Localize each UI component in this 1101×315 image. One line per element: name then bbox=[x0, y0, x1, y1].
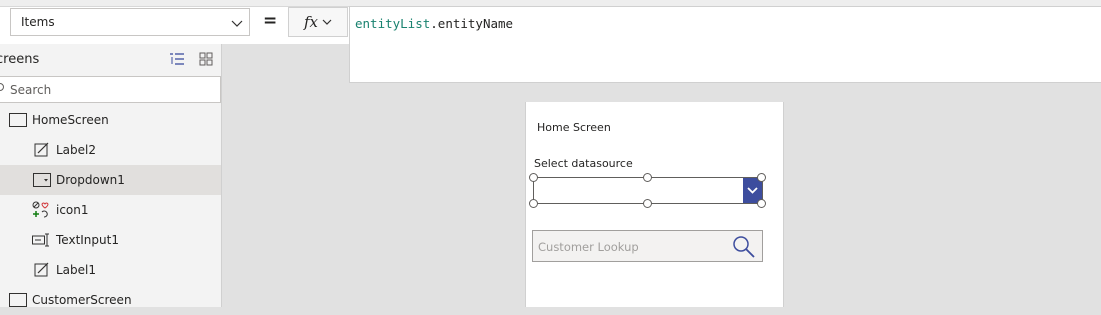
tree-node-label: icon1 bbox=[56, 203, 89, 217]
screen-icon bbox=[9, 293, 27, 307]
dropdown-icon bbox=[33, 173, 51, 187]
resize-handle[interactable] bbox=[757, 199, 766, 208]
fx-label: fx bbox=[303, 13, 318, 31]
lookup-placeholder: Customer Lookup bbox=[538, 240, 639, 254]
tree-node-dropdown1[interactable]: Dropdown1 bbox=[0, 165, 221, 195]
screen-title-label[interactable]: Home Screen bbox=[537, 121, 611, 134]
icon-control-icon bbox=[32, 201, 49, 218]
tree-view-panel: creens Search HomeScreen Label2 Dropdown… bbox=[0, 44, 222, 307]
resize-handle[interactable] bbox=[643, 199, 652, 208]
property-dropdown-value: Items bbox=[21, 15, 55, 29]
tree-title: creens bbox=[0, 52, 40, 67]
tree-node-label: TextInput1 bbox=[56, 233, 119, 247]
tree-node-icon1[interactable]: icon1 bbox=[0, 195, 221, 225]
label-icon bbox=[34, 142, 49, 157]
tree-node-label: Dropdown1 bbox=[56, 173, 125, 187]
equals-sign: = bbox=[263, 11, 278, 31]
formula-function: entityList bbox=[355, 16, 431, 31]
tree-search-input[interactable]: Search bbox=[0, 76, 221, 103]
datasource-label[interactable]: Select datasource bbox=[534, 157, 633, 170]
property-dropdown[interactable]: Items bbox=[10, 8, 250, 36]
chevron-down-icon bbox=[322, 19, 332, 25]
chevron-down-icon bbox=[231, 20, 243, 27]
screen-icon bbox=[9, 113, 27, 127]
tree-view-icon[interactable] bbox=[168, 51, 186, 67]
app-screen-canvas[interactable]: Home Screen Select datasource Customer L… bbox=[525, 102, 784, 307]
formula-dot: . bbox=[430, 16, 438, 31]
formula-field: entityName bbox=[437, 16, 514, 31]
customer-lookup-input[interactable]: Customer Lookup bbox=[532, 230, 763, 262]
tree-node-label1[interactable]: Label1 bbox=[0, 255, 221, 285]
tree-node-label: HomeScreen bbox=[32, 113, 109, 127]
tree-node-label: CustomerScreen bbox=[32, 293, 132, 307]
tree-header: creens bbox=[0, 44, 221, 74]
tree-node-homescreen[interactable]: HomeScreen bbox=[0, 105, 221, 135]
search-icon[interactable] bbox=[732, 235, 756, 259]
resize-handle[interactable] bbox=[529, 199, 538, 208]
tree-node-label: Label2 bbox=[56, 143, 97, 157]
search-placeholder: Search bbox=[10, 83, 52, 97]
tree-node-textinput1[interactable]: TextInput1 bbox=[0, 225, 221, 255]
label-icon bbox=[34, 262, 49, 277]
resize-handle[interactable] bbox=[529, 173, 538, 182]
tree-node-label: Label1 bbox=[56, 263, 97, 277]
tree-node-customerscreen[interactable]: CustomerScreen bbox=[0, 285, 221, 315]
tree-node-label2[interactable]: Label2 bbox=[0, 135, 221, 165]
resize-handle[interactable] bbox=[643, 173, 652, 182]
formula-input[interactable]: entityList.entityName bbox=[349, 6, 1101, 83]
search-icon bbox=[0, 83, 4, 91]
thumbnail-view-icon[interactable] bbox=[198, 51, 214, 67]
resize-handle[interactable] bbox=[757, 173, 766, 182]
text-input-icon bbox=[32, 233, 49, 247]
fx-button[interactable]: fx bbox=[288, 7, 348, 37]
